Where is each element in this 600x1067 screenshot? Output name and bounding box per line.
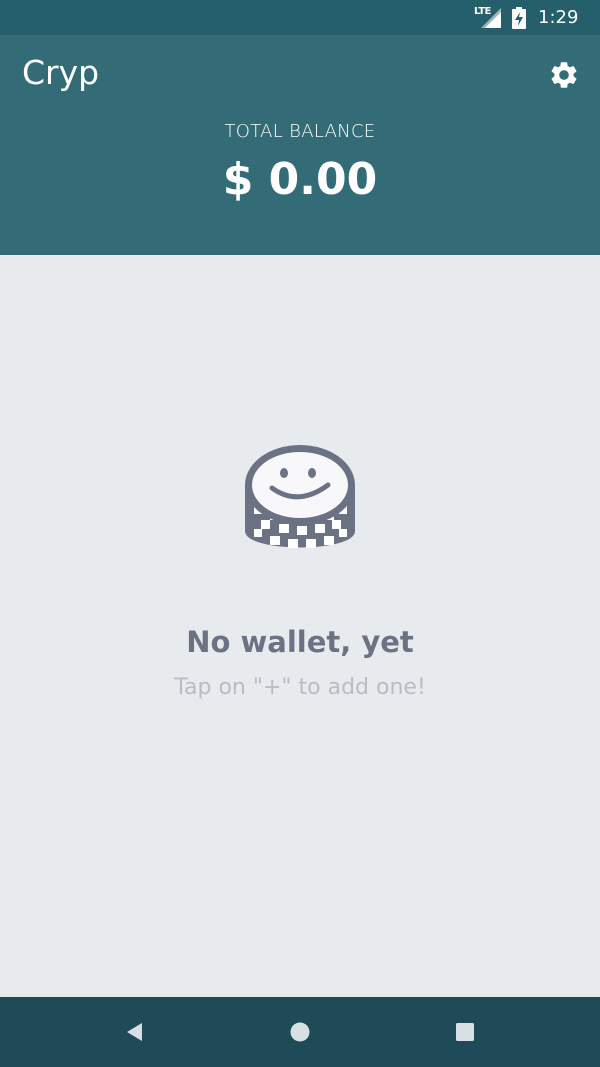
home-icon [290, 1022, 310, 1042]
screen: LTE 1:29 Cryp TOTAL BALANCE $ 0.00 No wa… [0, 0, 600, 1067]
total-balance-value: $ 0.00 [222, 154, 378, 205]
app-header: Cryp TOTAL BALANCE $ 0.00 [0, 35, 600, 255]
back-button[interactable] [119, 1017, 149, 1047]
empty-state-hint: Tap on "+" to add one! [174, 675, 426, 700]
recents-button[interactable] [450, 1017, 480, 1047]
status-time: 1:29 [538, 7, 579, 28]
total-balance-label: TOTAL BALANCE [224, 121, 376, 142]
home-button[interactable] [285, 1017, 315, 1047]
empty-state: No wallet, yet Tap on "+" to add one! [0, 255, 600, 997]
coin-stack-smiley-icon [245, 445, 355, 548]
battery-charging-icon [512, 7, 526, 29]
app-title: Cryp [22, 53, 100, 92]
navigation-bar [0, 997, 600, 1067]
gear-icon [551, 62, 577, 88]
settings-button[interactable] [546, 57, 582, 93]
empty-state-title: No wallet, yet [186, 625, 414, 659]
status-bar: LTE 1:29 [0, 0, 600, 35]
signal-icon [481, 8, 501, 28]
recents-icon [456, 1023, 474, 1041]
back-icon [127, 1023, 142, 1041]
